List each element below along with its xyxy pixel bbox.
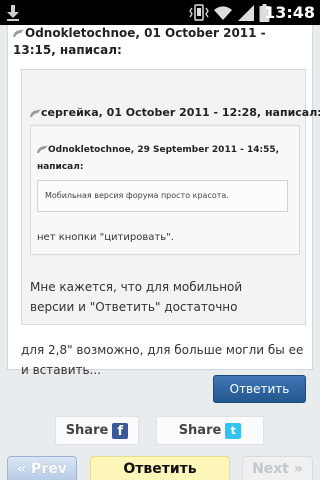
status-time: 13:48 — [264, 3, 315, 22]
share-twitter-button[interactable]: Share t — [156, 416, 264, 445]
quote-author-icon — [30, 108, 41, 117]
nested-quote-block: Odnokletochnoe, 29 September 2011 - 14:5… — [30, 125, 300, 255]
quote-author-icon — [37, 145, 48, 153]
vibrate-icon — [189, 4, 209, 21]
nested-quote-text: нет кнопки "цитировать". — [37, 232, 174, 243]
share-facebook-button[interactable]: Share f — [55, 416, 139, 445]
share-facebook-label: Share — [65, 423, 109, 438]
quote-reply-text: Мне кажется, что для мобильной версии и … — [30, 280, 243, 314]
bottom-nav: « Prev Ответить Next » — [0, 456, 320, 480]
wifi-icon — [214, 6, 232, 21]
next-page-button: Next » — [242, 456, 313, 480]
post-header-text: Odnokletochnoe, 01 October 2011 - 13:15,… — [13, 26, 266, 57]
quote-header-text: сергейка, 01 October 2011 - 12:28, напис… — [41, 106, 320, 119]
reply-button[interactable]: Ответить — [213, 375, 306, 403]
facebook-icon: f — [112, 422, 129, 439]
twitter-icon: t — [225, 422, 242, 439]
nav-reply-button[interactable]: Ответить — [90, 456, 230, 480]
status-icons — [189, 4, 270, 22]
nested-quote-box: Мобильная версия форума просто красота. — [37, 180, 288, 212]
share-twitter-label: Share — [178, 423, 222, 438]
download-icon — [7, 5, 19, 21]
status-bar: 13:48 — [0, 0, 320, 25]
forum-post: Odnokletochnoe, 01 October 2011 - 13:15,… — [7, 25, 320, 377]
post-body: для 2,8" возможно, для больше могли бы е… — [21, 343, 304, 377]
prev-page-button[interactable]: « Prev — [7, 456, 77, 480]
nested-quote-header-text: Odnokletochnoe, 29 September 2011 - 14:5… — [37, 145, 280, 172]
signal-icon — [238, 5, 254, 21]
post-header: Odnokletochnoe, 01 October 2011 - 13:15,… — [13, 25, 309, 59]
quote-block: сергейка, 01 October 2011 - 12:28, напис… — [21, 69, 320, 325]
quote-author-icon — [13, 29, 24, 37]
nested-quote-box-text: Мобильная версия форума просто красота. — [45, 191, 229, 200]
nested-quote-header: Odnokletochnoe, 29 September 2011 - 14:5… — [37, 142, 295, 176]
quote-header: сергейка, 01 October 2011 - 12:28, напис… — [30, 106, 320, 119]
